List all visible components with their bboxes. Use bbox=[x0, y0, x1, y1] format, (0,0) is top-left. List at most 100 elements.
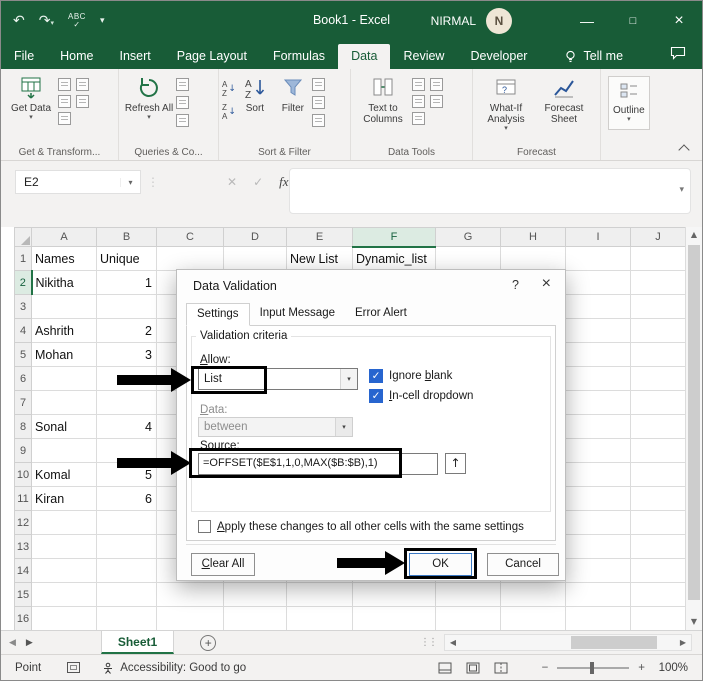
comment-icon[interactable] bbox=[670, 46, 686, 69]
cell-A7[interactable] bbox=[31, 390, 97, 415]
scroll-up-icon[interactable]: ▲ bbox=[686, 227, 702, 243]
cell-G15[interactable] bbox=[435, 582, 501, 607]
cell-B8[interactable]: 4 bbox=[96, 414, 157, 439]
cell-I12[interactable] bbox=[565, 510, 631, 535]
cancel-button[interactable]: Cancel bbox=[487, 553, 559, 576]
row-header-6[interactable]: 6 bbox=[14, 366, 32, 391]
get-data-button[interactable]: Get Data ▾ bbox=[4, 72, 58, 121]
select-all-button[interactable] bbox=[14, 227, 32, 247]
formula-input[interactable] bbox=[289, 168, 691, 214]
cell-J7[interactable] bbox=[630, 390, 686, 415]
cell-B14[interactable] bbox=[96, 558, 157, 583]
dialog-tab-error-alert[interactable]: Error Alert bbox=[345, 303, 417, 326]
cell-I10[interactable] bbox=[565, 462, 631, 487]
what-if-analysis-button[interactable]: ? What-If Analysis ▾ bbox=[476, 72, 536, 132]
cell-I11[interactable] bbox=[565, 486, 631, 511]
row-header-11[interactable]: 11 bbox=[14, 486, 32, 511]
cell-I14[interactable] bbox=[565, 558, 631, 583]
cell-A11[interactable]: Kiran bbox=[31, 486, 97, 511]
outline-button[interactable]: Outline ▾ bbox=[608, 76, 650, 130]
maximize-icon[interactable]: □ bbox=[610, 1, 656, 41]
view-page-layout-icon[interactable] bbox=[466, 662, 480, 674]
cell-J3[interactable] bbox=[630, 294, 686, 319]
from-web-icon[interactable] bbox=[76, 78, 89, 91]
cell-B5[interactable]: 3 bbox=[96, 342, 157, 367]
column-header-F[interactable]: F bbox=[352, 227, 436, 248]
collapse-ribbon-icon[interactable] bbox=[678, 144, 690, 156]
ignore-blank-checkbox[interactable]: ✓ Ignore blank bbox=[369, 369, 452, 383]
row-header-16[interactable]: 16 bbox=[14, 606, 32, 631]
cell-B15[interactable] bbox=[96, 582, 157, 607]
row-header-14[interactable]: 14 bbox=[14, 558, 32, 583]
row-header-10[interactable]: 10 bbox=[14, 462, 32, 487]
cell-A6[interactable] bbox=[31, 366, 97, 391]
accessibility-status[interactable]: Accessibility: Good to go bbox=[102, 662, 246, 674]
account-area[interactable]: NIRMAL N bbox=[431, 1, 512, 41]
view-normal-icon[interactable] bbox=[438, 662, 452, 674]
cell-A13[interactable] bbox=[31, 534, 97, 559]
cell-A15[interactable] bbox=[31, 582, 97, 607]
tab-formulas[interactable]: Formulas bbox=[260, 44, 338, 69]
macro-record-icon[interactable] bbox=[67, 662, 81, 673]
tab-review[interactable]: Review bbox=[390, 44, 457, 69]
sort-az-icon[interactable]: A Z ↓ bbox=[222, 80, 236, 98]
add-sheet-icon[interactable]: + bbox=[200, 634, 217, 651]
cell-J8[interactable] bbox=[630, 414, 686, 439]
name-box[interactable]: E2 ▾ bbox=[15, 170, 141, 194]
from-text-icon[interactable] bbox=[58, 78, 71, 91]
dialog-tab-settings[interactable]: Settings bbox=[186, 303, 250, 326]
dialog-tab-input-message[interactable]: Input Message bbox=[250, 303, 345, 326]
text-to-columns-button[interactable]: Text to Columns bbox=[354, 72, 412, 125]
reapply-filter-icon[interactable] bbox=[311, 96, 325, 109]
relationships-icon[interactable] bbox=[412, 112, 425, 125]
edit-links-icon[interactable] bbox=[176, 114, 189, 127]
dialog-close-icon[interactable]: × bbox=[542, 275, 551, 293]
view-page-break-icon[interactable] bbox=[494, 662, 508, 674]
cell-J2[interactable] bbox=[630, 270, 686, 295]
tab-insert[interactable]: Insert bbox=[107, 44, 164, 69]
sheet-tab-sheet1[interactable]: Sheet1 bbox=[100, 631, 175, 654]
recent-sources-icon[interactable] bbox=[76, 95, 89, 108]
cell-I15[interactable] bbox=[565, 582, 631, 607]
sort-button[interactable]: AZ Sort bbox=[236, 72, 274, 114]
cell-B16[interactable] bbox=[96, 606, 157, 631]
apply-to-all-checkbox[interactable]: Apply these changes to all other cells w… bbox=[198, 520, 524, 533]
cell-I6[interactable] bbox=[565, 366, 631, 391]
existing-connections-icon[interactable] bbox=[58, 112, 71, 125]
column-header-D[interactable]: D bbox=[223, 227, 287, 247]
name-box-caret-icon[interactable]: ▾ bbox=[120, 177, 140, 187]
cell-I16[interactable] bbox=[565, 606, 631, 631]
data-validation-icon[interactable] bbox=[412, 95, 425, 108]
cell-F1[interactable]: Dynamic_list bbox=[352, 246, 436, 271]
close-icon[interactable]: × bbox=[656, 1, 702, 41]
clear-all-button[interactable]: Clear All bbox=[191, 553, 255, 576]
cell-F16[interactable] bbox=[352, 606, 436, 631]
cell-J14[interactable] bbox=[630, 558, 686, 583]
cell-A3[interactable] bbox=[31, 294, 97, 319]
cell-J4[interactable] bbox=[630, 318, 686, 343]
row-header-8[interactable]: 8 bbox=[14, 414, 32, 439]
filter-button[interactable]: Filter bbox=[274, 72, 312, 114]
cell-H15[interactable] bbox=[500, 582, 566, 607]
zoom-in-icon[interactable]: + bbox=[638, 662, 645, 674]
cell-I4[interactable] bbox=[565, 318, 631, 343]
cell-D15[interactable] bbox=[223, 582, 287, 607]
cell-D16[interactable] bbox=[223, 606, 287, 631]
cell-B11[interactable]: 6 bbox=[96, 486, 157, 511]
cell-A1[interactable]: Names bbox=[31, 246, 97, 271]
cell-B2[interactable]: 1 bbox=[96, 270, 157, 295]
queries-connections-icon[interactable] bbox=[176, 78, 189, 91]
cell-I1[interactable] bbox=[565, 246, 631, 271]
cell-A8[interactable]: Sonal bbox=[31, 414, 97, 439]
forecast-sheet-button[interactable]: Forecast Sheet bbox=[536, 72, 592, 125]
vertical-scroll-thumb[interactable] bbox=[688, 245, 700, 600]
avatar[interactable]: N bbox=[486, 8, 512, 34]
row-header-5[interactable]: 5 bbox=[14, 342, 32, 367]
minimize-icon[interactable]: — bbox=[564, 1, 610, 41]
scroll-down-icon[interactable]: ▼ bbox=[686, 614, 702, 630]
column-header-I[interactable]: I bbox=[565, 227, 631, 247]
cell-E1[interactable]: New List bbox=[286, 246, 353, 271]
cell-A4[interactable]: Ashrith bbox=[31, 318, 97, 343]
scroll-right-icon[interactable]: ▶ bbox=[675, 638, 691, 647]
cancel-icon[interactable]: ✕ bbox=[227, 175, 237, 189]
